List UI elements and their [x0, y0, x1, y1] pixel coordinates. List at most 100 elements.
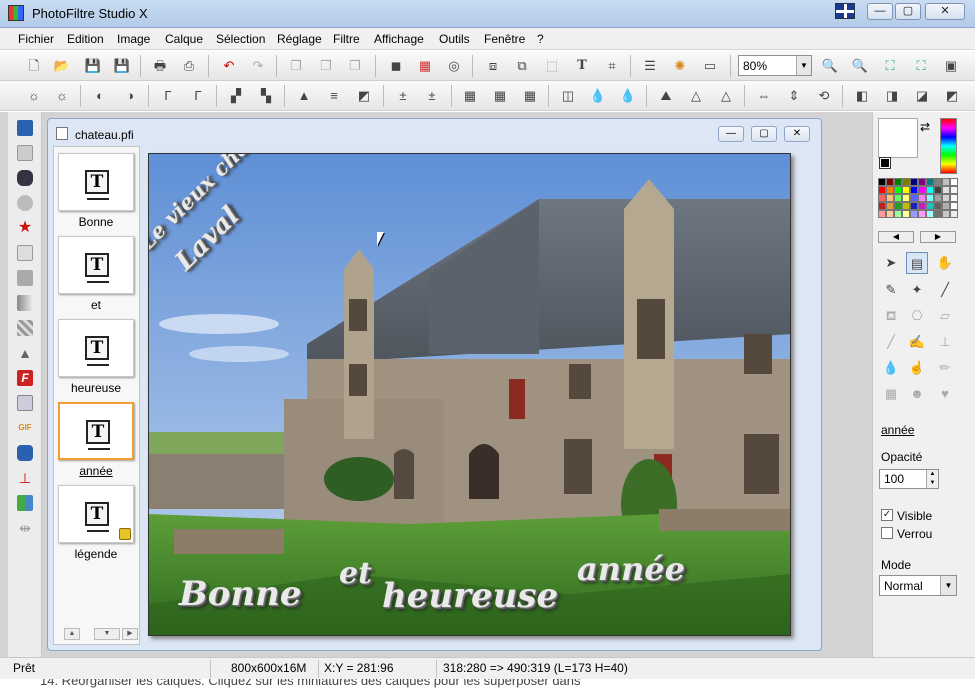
palette-swatch[interactable]	[910, 202, 918, 210]
palette-swatch[interactable]	[934, 178, 942, 186]
curves-icon[interactable]: ≡	[324, 86, 344, 106]
gradient-2-icon[interactable]	[17, 295, 33, 311]
image-canvas[interactable]: Laval Le vieux château Bonne et heureuse…	[148, 153, 791, 636]
font-icon[interactable]: F	[17, 370, 33, 386]
palette-swatch[interactable]	[918, 194, 926, 202]
shape-icon[interactable]	[17, 145, 33, 161]
palette-swatch[interactable]	[878, 178, 886, 186]
frame-3-icon[interactable]: ◪	[912, 86, 932, 106]
page-icon[interactable]	[17, 245, 33, 261]
layer-thumbnail[interactable]: T	[58, 319, 134, 377]
eyedropper-icon[interactable]: ✎	[880, 279, 902, 301]
palette-swatch[interactable]	[902, 210, 910, 218]
auto-level-icon[interactable]: ±	[422, 86, 442, 106]
palette-swatch[interactable]	[918, 202, 926, 210]
fill-tool-icon[interactable]: ⛾	[880, 305, 902, 327]
scroll-right-icon[interactable]: ▶	[122, 628, 138, 640]
triangle-icon[interactable]: △	[686, 86, 706, 106]
swap-colors-icon[interactable]: ⇄	[920, 120, 930, 134]
layer-manage-tool-icon[interactable]: ▤	[906, 252, 928, 274]
active-layer-name[interactable]: année	[881, 423, 914, 437]
contrast-up-icon[interactable]: ◑	[120, 86, 140, 106]
menu-help[interactable]: ?	[537, 32, 544, 46]
palette-swatch[interactable]	[894, 178, 902, 186]
palette-swatch[interactable]	[942, 186, 950, 194]
frame-icon[interactable]: ◧	[852, 86, 872, 106]
blend-mode-select[interactable]: Normal ▼	[879, 575, 957, 596]
chevron-down-icon[interactable]: ▼	[940, 576, 956, 595]
saturation-down-icon[interactable]: ▞	[226, 86, 246, 106]
canvas-text-et[interactable]: et	[339, 556, 372, 591]
blur-icon[interactable]: 💧	[588, 86, 608, 106]
scroll-down-icon[interactable]: ▼	[94, 628, 120, 640]
actual-size-icon[interactable]: ⛶	[911, 56, 931, 76]
circle-icon[interactable]	[17, 195, 33, 211]
palette-swatch[interactable]	[902, 186, 910, 194]
canvas-text-annee[interactable]: année	[577, 550, 685, 588]
spin-arrows-icon[interactable]: ▲ ▼	[926, 470, 938, 488]
palette-swatch[interactable]	[926, 194, 934, 202]
rotate-icon[interactable]: ⟲	[814, 86, 834, 106]
palette-swatch[interactable]	[950, 178, 958, 186]
lock-checkbox[interactable]	[881, 527, 893, 539]
chevron-down-icon[interactable]: ▼	[796, 56, 811, 75]
menu-affichage[interactable]: Affichage	[374, 32, 424, 46]
menu-selection[interactable]: Sélection	[216, 32, 265, 46]
layer-item-annee[interactable]: T année	[58, 402, 134, 482]
canvas-text-bonne[interactable]: Bonne	[179, 574, 302, 614]
zoom-in-icon[interactable]: 🔍	[820, 56, 840, 76]
stamp-tool-icon[interactable]: ⊥	[934, 331, 956, 353]
language-flag-icon[interactable]	[835, 3, 855, 19]
crop-icon[interactable]: ⌗	[602, 56, 622, 76]
smudge-icon[interactable]: ☝	[906, 357, 928, 379]
line-tool-icon[interactable]: ╱	[934, 279, 956, 301]
menu-image[interactable]: Image	[117, 32, 150, 46]
palette-swatch[interactable]	[910, 194, 918, 202]
pattern-tool-icon[interactable]: ▦	[880, 383, 902, 405]
foreground-color-swatch[interactable]	[878, 118, 918, 158]
palette-swatch[interactable]	[942, 202, 950, 210]
menu-reglage[interactable]: Réglage	[277, 32, 322, 46]
layer-item-heureuse[interactable]: T heureuse	[58, 319, 134, 399]
transparency-icon[interactable]: ◎	[444, 56, 464, 76]
gamma-up-icon[interactable]: Γ	[188, 86, 208, 106]
layer-item-legende[interactable]: T légende	[58, 485, 134, 565]
grayscale-icon[interactable]: ◼	[386, 56, 406, 76]
menu-fichier[interactable]: Fichier	[18, 32, 54, 46]
maximize-button[interactable]: ▢	[895, 3, 921, 20]
palette-swatch[interactable]	[950, 194, 958, 202]
zoom-out-icon[interactable]: 🔍	[850, 56, 870, 76]
palette-swatch[interactable]	[942, 178, 950, 186]
frame-4-icon[interactable]: ◩	[942, 86, 962, 106]
menu-edition[interactable]: Edition	[67, 32, 104, 46]
star-icon[interactable]: ★	[17, 220, 33, 236]
magic-wand-icon[interactable]: ✦	[906, 279, 928, 301]
heart-tool-icon[interactable]: ♥	[934, 383, 956, 405]
minimize-button[interactable]: —	[867, 3, 893, 20]
paste-new-icon[interactable]: ❐	[345, 56, 365, 76]
palette-swatch[interactable]	[950, 202, 958, 210]
pointer-tool-icon[interactable]: ➤	[880, 252, 902, 274]
eraser-icon[interactable]: ▱	[934, 305, 956, 327]
palette-swatch[interactable]	[886, 202, 894, 210]
image-size-icon[interactable]: ⧈	[483, 56, 503, 76]
menu-fenetre[interactable]: Fenêtre	[484, 32, 525, 46]
palette-swatch[interactable]	[886, 210, 894, 218]
rgb-mode-icon[interactable]: ▦	[415, 56, 435, 76]
palette-next-icon[interactable]: ▶	[920, 231, 956, 243]
palette-swatch[interactable]	[918, 178, 926, 186]
background-color-swatch[interactable]	[880, 158, 890, 168]
spray-tool-icon[interactable]: ⎔	[906, 305, 928, 327]
scanner-icon[interactable]	[17, 445, 33, 461]
new-file-icon[interactable]: 🗋	[24, 56, 44, 76]
palette-swatch[interactable]	[926, 178, 934, 186]
pencil-icon[interactable]: ✏	[934, 357, 956, 379]
frame-2-icon[interactable]: ◨	[882, 86, 902, 106]
brightness-up-icon[interactable]: ☼	[52, 86, 72, 106]
saturation-up-icon[interactable]: ▚	[256, 86, 276, 106]
scan-icon[interactable]: ⎙	[179, 56, 199, 76]
filter-2-icon[interactable]: ▦	[490, 86, 510, 106]
palette-swatch[interactable]	[918, 186, 926, 194]
palette-swatch[interactable]	[886, 178, 894, 186]
palette-swatch[interactable]	[934, 186, 942, 194]
